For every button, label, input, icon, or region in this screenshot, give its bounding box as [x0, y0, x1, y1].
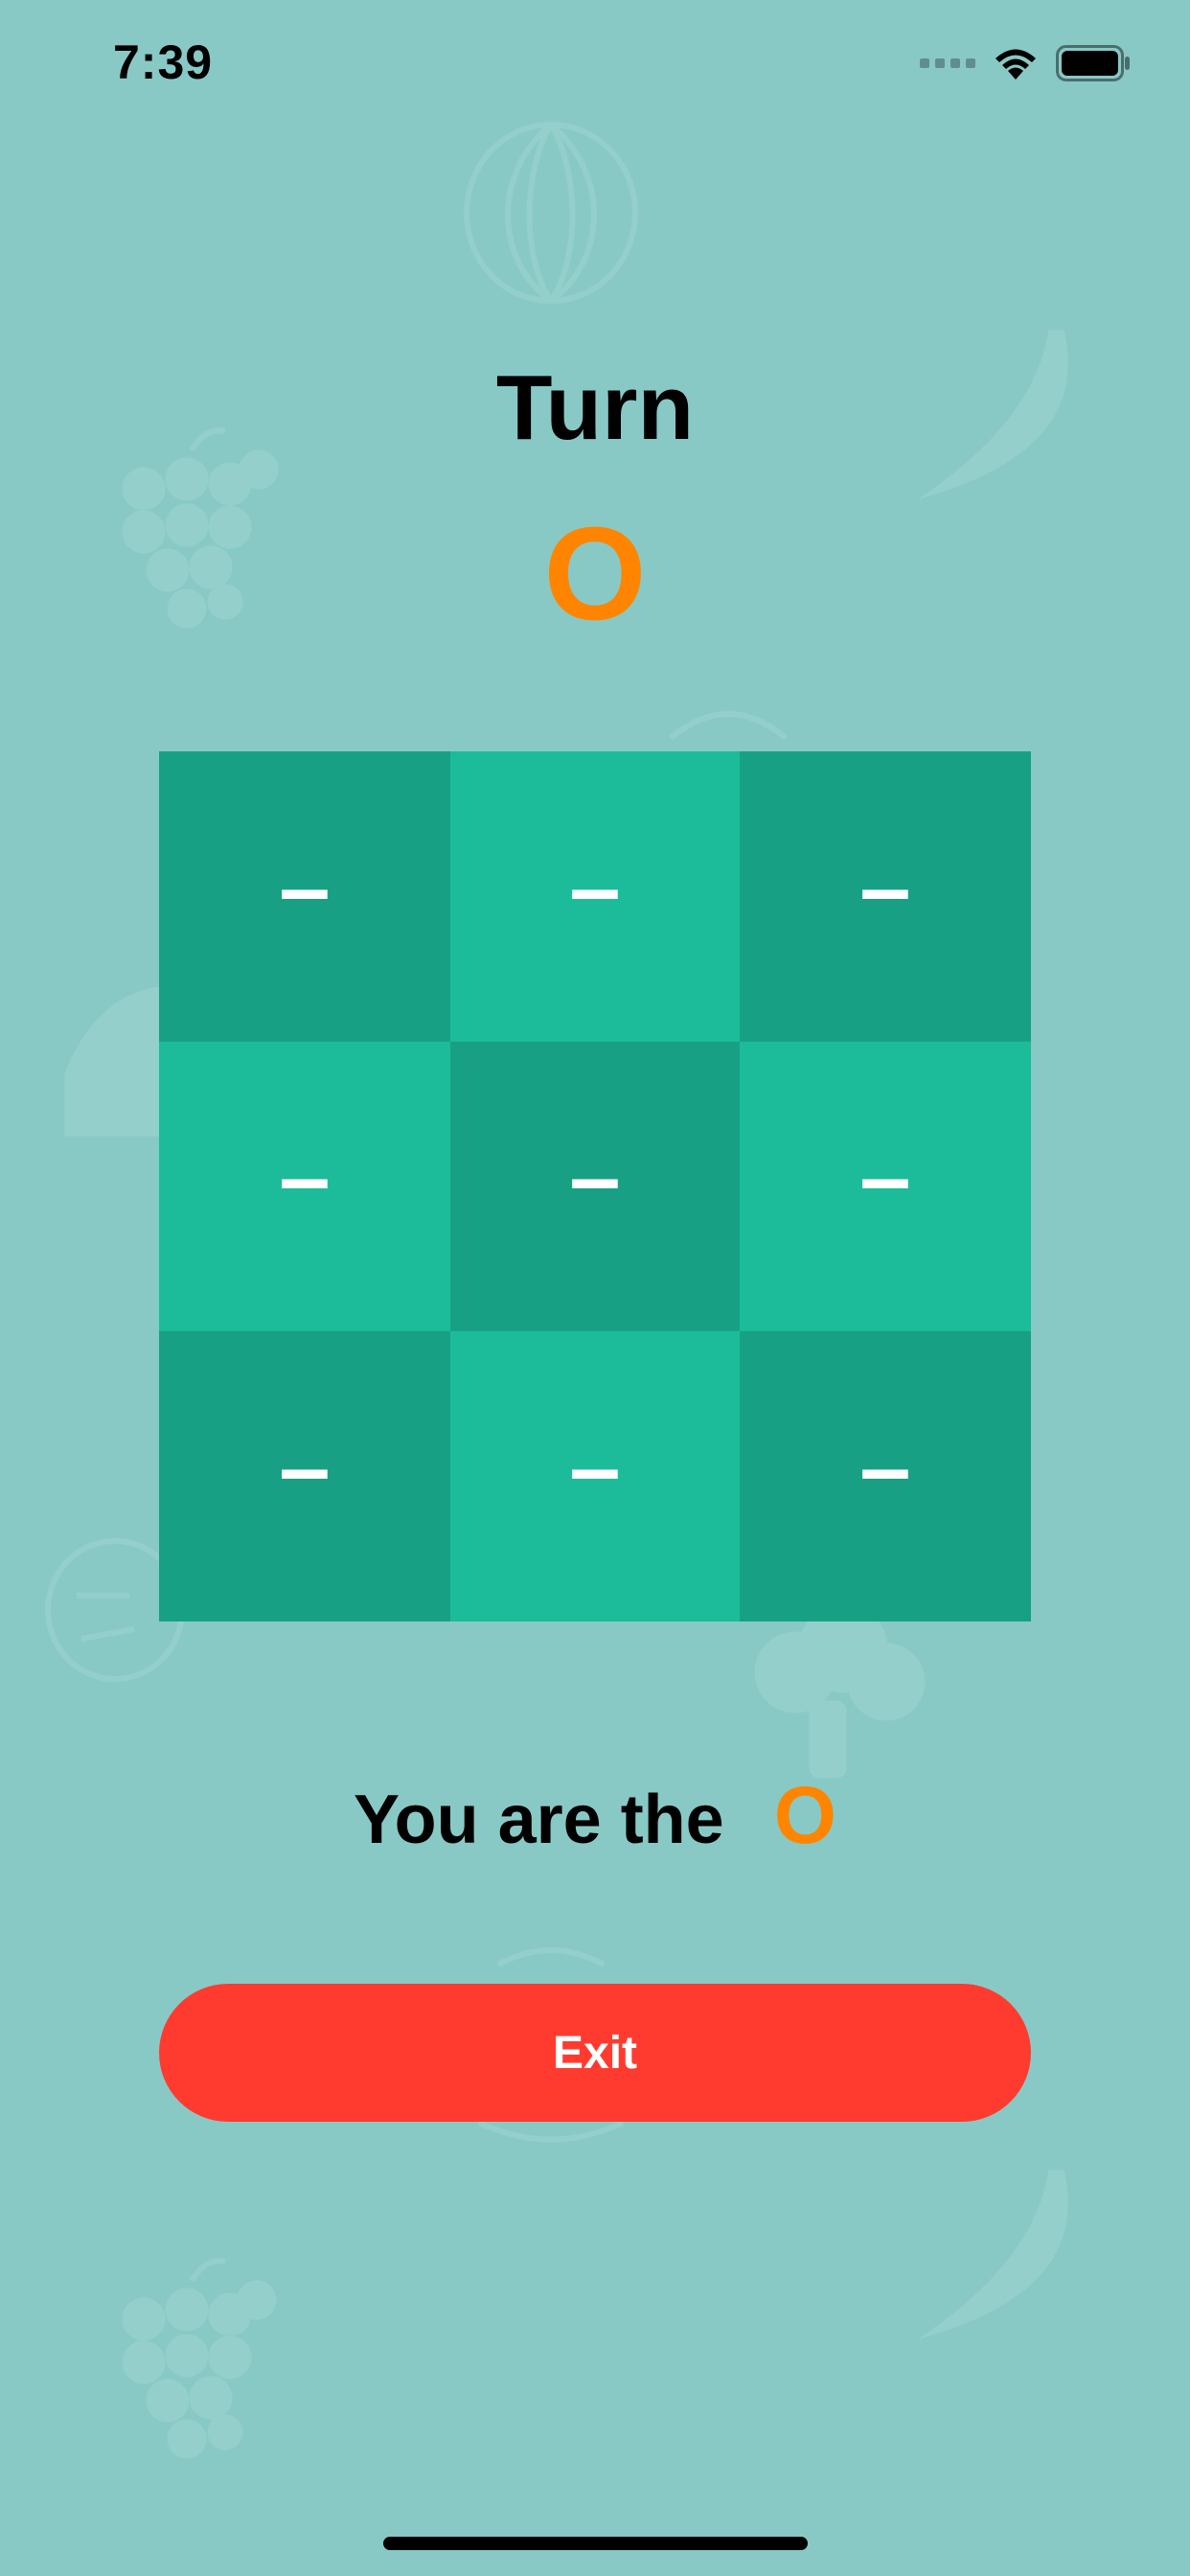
board-cell-6[interactable]: –: [740, 1042, 1031, 1331]
cell-mark: –: [569, 1126, 621, 1229]
status-icons: [920, 42, 1131, 84]
turn-title: Turn: [495, 356, 695, 459]
status-bar: 7:39: [0, 0, 1190, 134]
cell-mark: –: [279, 1126, 331, 1229]
lime-decor-icon: [669, 711, 788, 741]
grapes-lower-decor-icon: [122, 2258, 277, 2459]
board-cell-5[interactable]: –: [450, 1042, 740, 1331]
board-cell-9[interactable]: –: [740, 1331, 1031, 1622]
status-time: 7:39: [113, 35, 214, 89]
board-cell-1[interactable]: –: [159, 751, 450, 1042]
board-cell-3[interactable]: –: [740, 751, 1031, 1042]
broccoli-decor-icon: [754, 1603, 926, 1779]
banana-lower-decor-icon: [919, 2170, 1068, 2339]
home-indicator[interactable]: [383, 2537, 808, 2550]
cell-mark: –: [569, 836, 621, 939]
cell-mark: –: [859, 836, 911, 939]
player-symbol: O: [773, 1770, 837, 1860]
cell-mark: –: [859, 1126, 911, 1229]
exit-button[interactable]: Exit: [159, 1984, 1031, 2122]
board-cell-7[interactable]: –: [159, 1331, 450, 1622]
signal-icon: [920, 58, 975, 68]
cell-mark: –: [279, 836, 331, 939]
cell-mark: –: [279, 1415, 331, 1519]
board-cell-4[interactable]: –: [159, 1042, 450, 1331]
board-cell-2[interactable]: –: [450, 751, 740, 1042]
cheese-decor-icon: [64, 986, 160, 1137]
board-cell-8[interactable]: –: [450, 1331, 740, 1622]
cell-mark: –: [569, 1415, 621, 1519]
watermelon-decor-icon: [464, 122, 638, 304]
game-board: – – – – – – – – –: [159, 751, 1031, 1622]
player-label: You are the: [353, 1782, 724, 1858]
battery-icon: [1056, 45, 1130, 81]
cell-mark: –: [859, 1415, 911, 1519]
player-info: You are the O: [0, 1769, 1190, 1862]
turn-symbol: O: [543, 500, 647, 648]
wifi-icon: [995, 49, 1036, 80]
